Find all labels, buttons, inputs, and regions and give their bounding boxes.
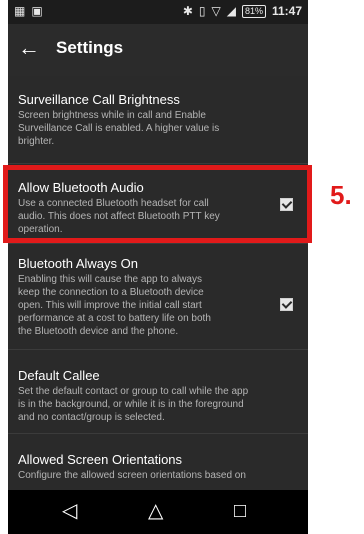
page-title: Settings — [56, 38, 124, 57]
bluetooth-icon: ✱ — [182, 4, 193, 18]
status-time: 11:47 — [271, 4, 302, 18]
setting-desc-line: Configure the allowed screen orientation… — [18, 470, 246, 481]
setting-desc-line: Enabling this will cause the app to alwa… — [18, 274, 202, 285]
app-bar: ← Settings — [8, 24, 308, 76]
setting-title: Allowed Screen Orientations — [18, 452, 183, 467]
nav-back-icon[interactable]: ◁ — [62, 499, 77, 523]
back-arrow-icon[interactable]: ← — [18, 35, 40, 61]
contacts-icon: ▦ — [14, 4, 26, 18]
battery-indicator: 81% — [241, 4, 266, 18]
highlight-box — [3, 165, 312, 243]
step-label: 5. — [330, 180, 352, 210]
setting-desc-line: open. This will improve the initial call… — [18, 300, 202, 311]
nav-recents-icon[interactable]: □ — [234, 499, 246, 523]
nav-home-icon[interactable]: △ — [148, 499, 163, 523]
setting-default-callee[interactable]: Default Callee Set the default contact o… — [8, 350, 308, 434]
setting-desc-line: and no contact/group is selected. — [18, 412, 165, 423]
navigation-bar: ◁ △ □ — [8, 490, 308, 534]
setting-surveillance-call-brightness[interactable]: Surveillance Call Brightness Screen brig… — [8, 76, 308, 164]
setting-allowed-screen-orientations[interactable]: Allowed Screen Orientations Configure th… — [8, 434, 308, 490]
setting-desc-line: Surveillance Call is enabled. A higher v… — [18, 123, 220, 134]
setting-desc-line: Set the default contact or group to call… — [18, 386, 249, 397]
image-icon: ▣ — [31, 4, 43, 18]
vibrate-icon: ▯ — [198, 4, 206, 18]
setting-title: Surveillance Call Brightness — [18, 92, 180, 107]
setting-desc-line: brighter. — [18, 136, 55, 147]
setting-desc-line: is in the background, or while it is in … — [18, 399, 244, 410]
setting-desc-line: performance at a cost to battery life on… — [18, 313, 211, 324]
setting-title: Bluetooth Always On — [18, 256, 138, 271]
setting-bluetooth-always-on[interactable]: Bluetooth Always On Enabling this will c… — [8, 244, 308, 350]
phone-screen: ▦ ▣ ✱ ▯ ▽ ◢ 81% 11:47 ← Settings Surveil… — [8, 0, 308, 534]
settings-list[interactable]: Surveillance Call Brightness Screen brig… — [8, 76, 308, 490]
setting-desc-line: the Bluetooth device and the phone. — [18, 326, 179, 337]
status-bar: ▦ ▣ ✱ ▯ ▽ ◢ 81% 11:47 — [8, 0, 308, 24]
signal-icon: ◢ — [226, 4, 236, 18]
wifi-icon: ▽ — [211, 4, 221, 18]
setting-desc-line: keep the connection to a Bluetooth devic… — [18, 287, 204, 298]
bluetooth-always-on-checkbox[interactable] — [280, 298, 293, 311]
setting-desc-line: Screen brightness while in call and Enab… — [18, 110, 206, 121]
setting-title: Default Callee — [18, 368, 100, 383]
